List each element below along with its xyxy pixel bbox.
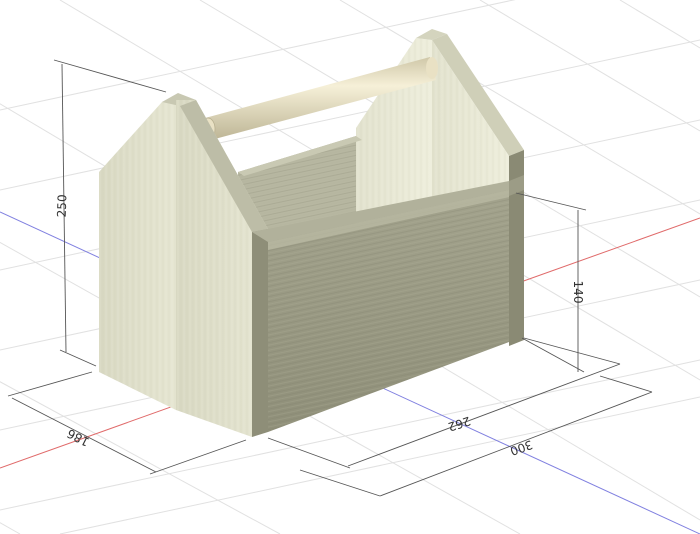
dimension-length-inner: 262: [446, 414, 472, 434]
caddy-3d-view: 250 140 186 262 300: [0, 0, 700, 534]
dimension-length-total: 300: [508, 437, 534, 458]
dimension-height-total: 250: [55, 194, 70, 217]
left-end-panel: [99, 93, 268, 437]
dimension-height-side: 140: [571, 281, 585, 304]
